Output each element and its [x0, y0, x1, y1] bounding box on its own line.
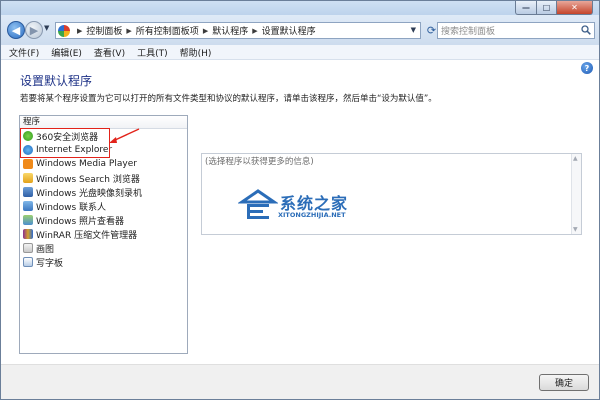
- highlight-box: [20, 128, 110, 158]
- list-item-label: Windows 联系人: [36, 202, 107, 213]
- breadcrumb-arrow-icon[interactable]: ▶: [77, 27, 82, 35]
- search-input[interactable]: 搜索控制面板: [437, 22, 595, 39]
- list-item-windows-search[interactable]: Windows Search 浏览器: [20, 171, 187, 185]
- bottom-bar: 确定: [1, 364, 599, 399]
- winrar-icon: [23, 229, 33, 239]
- info-scrollbar[interactable]: ▲ ▼: [571, 154, 581, 234]
- maximize-button[interactable]: □: [537, 1, 557, 15]
- menu-bar: 文件(F) 编辑(E) 查看(V) 工具(T) 帮助(H): [1, 45, 599, 60]
- windows-search-icon: [23, 173, 33, 183]
- wmp-icon: [23, 159, 33, 169]
- photo-viewer-icon: [23, 215, 33, 225]
- address-bar[interactable]: ▶ 控制面板 ▶ 所有控制面板项 ▶ 默认程序 ▶ 设置默认程序 ▼: [55, 22, 421, 39]
- disc-burner-icon: [23, 187, 33, 197]
- watermark: 系统之家 XITONGZHIJIA.NET: [238, 188, 378, 226]
- address-dropdown-icon[interactable]: ▼: [411, 26, 416, 34]
- breadcrumb-arrow-icon[interactable]: ▶: [126, 27, 131, 35]
- breadcrumb-default-programs[interactable]: 默认程序: [212, 24, 248, 37]
- ok-button[interactable]: 确定: [539, 374, 589, 391]
- menu-help[interactable]: 帮助(H): [180, 46, 212, 59]
- recent-pages-dropdown-icon[interactable]: ▼: [44, 24, 49, 32]
- default-programs-window: — □ ✕ ◀ ▶ ▼ ▶ 控制面板 ▶ 所有控制面板项 ▶ 默认程序 ▶ 设置…: [0, 0, 600, 400]
- breadcrumb-set-default-programs[interactable]: 设置默认程序: [262, 24, 316, 37]
- menu-view[interactable]: 查看(V): [94, 46, 125, 59]
- help-icon[interactable]: ?: [581, 62, 593, 74]
- refresh-icon: ⟳: [426, 24, 437, 37]
- list-item-label: WinRAR 压缩文件管理器: [36, 230, 138, 241]
- search-placeholder: 搜索控制面板: [441, 27, 496, 37]
- breadcrumb-control-panel[interactable]: 控制面板: [86, 24, 122, 37]
- info-placeholder: (选择程序以获得更多的信息): [205, 157, 314, 167]
- list-item-label: Windows 光盘映像刻录机: [36, 188, 143, 199]
- close-button[interactable]: ✕: [557, 1, 593, 15]
- list-item-label: 画图: [36, 244, 55, 255]
- menu-edit[interactable]: 编辑(E): [51, 46, 82, 59]
- minimize-button[interactable]: —: [515, 1, 537, 15]
- page-title: 设置默认程序: [20, 74, 93, 88]
- scroll-up-icon[interactable]: ▲: [573, 155, 578, 162]
- contacts-icon: [23, 201, 33, 211]
- search-icon[interactable]: [581, 25, 591, 35]
- breadcrumb-arrow-icon[interactable]: ▶: [252, 27, 257, 35]
- watermark-subtext: XITONGZHIJIA.NET: [278, 211, 346, 219]
- scroll-down-icon[interactable]: ▼: [573, 226, 578, 233]
- forward-button[interactable]: ▶: [25, 21, 43, 39]
- list-item-label: Windows Search 浏览器: [36, 174, 140, 185]
- control-panel-icon: [58, 24, 70, 37]
- list-item-wordpad[interactable]: 写字板: [20, 255, 187, 269]
- list-item-label: 写字板: [36, 258, 64, 269]
- list-item-paint[interactable]: 画图: [20, 241, 187, 255]
- title-bar: — □ ✕: [1, 1, 599, 15]
- watermark-logo-icon: [238, 189, 278, 219]
- list-item-photo-viewer[interactable]: Windows 照片查看器: [20, 213, 187, 227]
- navigation-bar: ◀ ▶ ▼ ▶ 控制面板 ▶ 所有控制面板项 ▶ 默认程序 ▶ 设置默认程序 ▼…: [1, 15, 599, 45]
- breadcrumb-arrow-icon[interactable]: ▶: [203, 27, 208, 35]
- paint-icon: [23, 243, 33, 253]
- caption-buttons: — □ ✕: [515, 1, 593, 15]
- list-item-contacts[interactable]: Windows 联系人: [20, 199, 187, 213]
- list-item-label: Windows 照片查看器: [36, 216, 125, 227]
- wordpad-icon: [23, 257, 33, 267]
- list-item-label: Windows Media Player: [36, 159, 137, 169]
- page-description: 若要将某个程序设置为它可以打开的所有文件类型和协议的默认程序，请单击该程序，然后…: [20, 94, 437, 104]
- annotation-arrow-icon: [109, 128, 140, 143]
- menu-tools[interactable]: 工具(T): [137, 46, 168, 59]
- menu-file[interactable]: 文件(F): [9, 46, 39, 59]
- list-item-windows-media-player[interactable]: Windows Media Player: [20, 157, 187, 171]
- breadcrumb-all-items[interactable]: 所有控制面板项: [136, 24, 199, 37]
- back-button[interactable]: ◀: [7, 21, 25, 39]
- list-item-winrar[interactable]: WinRAR 压缩文件管理器: [20, 227, 187, 241]
- list-item-disc-burner[interactable]: Windows 光盘映像刻录机: [20, 185, 187, 199]
